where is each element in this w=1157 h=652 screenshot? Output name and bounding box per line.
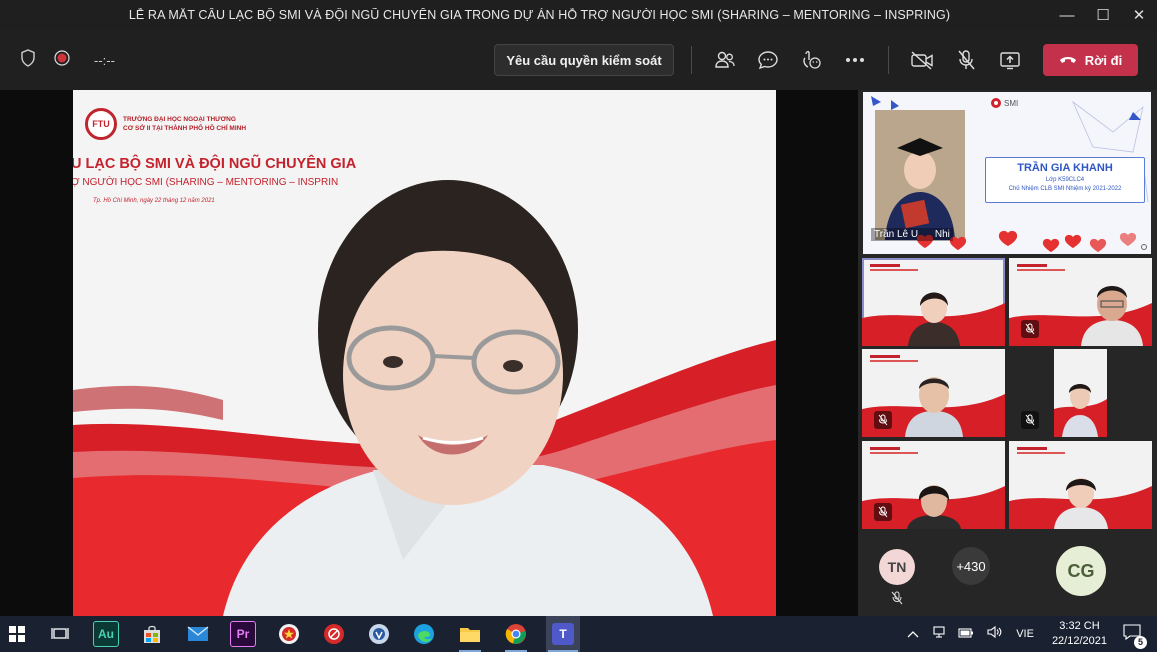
participant-tile[interactable] bbox=[1009, 349, 1152, 437]
file-explorer-icon[interactable] bbox=[457, 621, 483, 652]
premiere-app-icon[interactable]: Pr bbox=[230, 621, 256, 647]
shared-content-tile[interactable]: SMI TRẦN GIA KHANH Lớp K59CLC4 Chủ Nhiệm… bbox=[863, 92, 1151, 254]
meeting-toolbar: --:-- Yêu cầu quyền kiểm soát Rời đi bbox=[0, 30, 1157, 90]
main-video-feed[interactable]: FTU TRƯỜNG ĐẠI HỌC NGOẠI THƯƠNG CƠ SỞ II… bbox=[73, 90, 776, 616]
toolbar-divider bbox=[888, 46, 889, 74]
windows-taskbar: Au Pr T VIE 3:32 CH 22/12/2021 5 bbox=[0, 616, 1157, 652]
muted-mic-icon bbox=[891, 591, 903, 610]
speaker-figure bbox=[223, 180, 713, 616]
youth-union-app-icon[interactable] bbox=[276, 621, 302, 647]
windows-start-icon[interactable] bbox=[4, 621, 30, 647]
member-card: TRẦN GIA KHANH Lớp K59CLC4 Chủ Nhiệm CLB… bbox=[985, 157, 1145, 203]
participant-panel: SMI TRẦN GIA KHANH Lớp K59CLC4 Chủ Nhiệm… bbox=[858, 90, 1157, 616]
task-view-icon[interactable] bbox=[47, 621, 73, 647]
presenter-name-suffix: Nhi bbox=[934, 229, 950, 240]
chevron-up-icon[interactable] bbox=[907, 625, 919, 643]
participant-avatar-tn[interactable]: TN bbox=[879, 549, 915, 585]
portrait-video bbox=[1054, 349, 1107, 437]
leave-button[interactable]: Rời đi bbox=[1043, 44, 1138, 76]
participants-icon[interactable] bbox=[710, 45, 740, 75]
teams-app-icon[interactable]: T bbox=[546, 616, 580, 652]
muted-mic-icon bbox=[874, 503, 892, 521]
notification-center-icon[interactable]: 5 bbox=[1123, 623, 1147, 649]
mic-muted-icon[interactable] bbox=[951, 45, 981, 75]
tile-status-icon bbox=[1141, 244, 1147, 250]
request-control-button[interactable]: Yêu cầu quyền kiểm soát bbox=[494, 44, 674, 76]
muted-mic-icon bbox=[874, 411, 892, 429]
presenter-label: Trần Lê U Nhi bbox=[871, 228, 953, 241]
participant-tile[interactable] bbox=[862, 441, 1005, 529]
recording-icon bbox=[54, 49, 70, 71]
system-tray: VIE 3:32 CH 22/12/2021 5 bbox=[900, 616, 1157, 652]
recorder-app-icon[interactable] bbox=[321, 621, 347, 647]
clock-time: 3:32 CH bbox=[1059, 620, 1100, 632]
network-icon[interactable] bbox=[932, 625, 946, 644]
input-language[interactable]: VIE bbox=[1016, 628, 1034, 640]
title-bar: LỄ RA MẮT CÂU LẠC BỘ SMI VÀ ĐỘI NGŨ CHUY… bbox=[0, 0, 1157, 30]
close-window-button[interactable]: ✕ bbox=[1121, 0, 1157, 30]
toolbar-divider bbox=[691, 46, 692, 74]
taskbar-clock[interactable]: 3:32 CH 22/12/2021 bbox=[1052, 619, 1107, 649]
meeting-timer: --:-- bbox=[94, 52, 115, 68]
smi-logo-icon bbox=[991, 98, 1001, 108]
reactions-icon[interactable] bbox=[796, 45, 826, 75]
member-class: Lớp K59CLC4 bbox=[1045, 177, 1085, 183]
participant-tile[interactable] bbox=[1009, 258, 1152, 346]
audition-app-icon[interactable]: Au bbox=[93, 621, 119, 647]
chrome-browser-icon[interactable] bbox=[503, 621, 529, 652]
participant-tile[interactable] bbox=[862, 258, 1005, 346]
minimize-button[interactable]: — bbox=[1049, 0, 1085, 30]
more-participants-button[interactable]: +430 bbox=[952, 547, 990, 585]
leave-button-label: Rời đi bbox=[1084, 52, 1123, 68]
camera-off-icon[interactable] bbox=[907, 45, 937, 75]
notification-count-badge: 5 bbox=[1134, 635, 1147, 649]
shield-icon[interactable] bbox=[20, 48, 36, 72]
main-stage: FTU TRƯỜNG ĐẠI HỌC NGOẠI THƯƠNG CƠ SỞ II… bbox=[0, 90, 858, 616]
muted-mic-icon bbox=[1021, 411, 1039, 429]
volume-icon[interactable] bbox=[986, 625, 1002, 644]
smi-brand-label: SMI bbox=[1004, 98, 1019, 108]
edge-browser-icon[interactable] bbox=[411, 621, 437, 647]
muted-mic-icon bbox=[1021, 320, 1039, 338]
participant-avatar-cg[interactable]: CG bbox=[1056, 546, 1106, 596]
member-name: TRẦN GIA KHANH bbox=[1017, 162, 1113, 174]
participant-tile[interactable] bbox=[1009, 441, 1152, 529]
presenter-name: Trần Lê U bbox=[874, 229, 919, 240]
vpn-app-icon[interactable] bbox=[366, 621, 392, 647]
share-screen-icon[interactable] bbox=[995, 45, 1025, 75]
participant-tile[interactable] bbox=[862, 349, 1005, 437]
battery-icon[interactable] bbox=[958, 625, 974, 643]
maximize-button[interactable]: ☐ bbox=[1085, 0, 1121, 30]
teams-app-label: T bbox=[552, 623, 574, 645]
member-role: Chủ Nhiệm CLB SMI Nhiệm kỳ 2021-2022 bbox=[1008, 186, 1122, 192]
store-app-icon[interactable] bbox=[139, 621, 165, 647]
clock-date: 22/12/2021 bbox=[1051, 635, 1107, 647]
smi-brand: SMI bbox=[991, 98, 1018, 108]
mail-app-icon[interactable] bbox=[185, 621, 211, 647]
phone-hangup-icon bbox=[1059, 53, 1077, 68]
more-options-icon[interactable] bbox=[840, 45, 870, 75]
chat-icon[interactable] bbox=[753, 45, 783, 75]
window-title: LỄ RA MẮT CÂU LẠC BỘ SMI VÀ ĐỘI NGŨ CHUY… bbox=[128, 8, 951, 22]
